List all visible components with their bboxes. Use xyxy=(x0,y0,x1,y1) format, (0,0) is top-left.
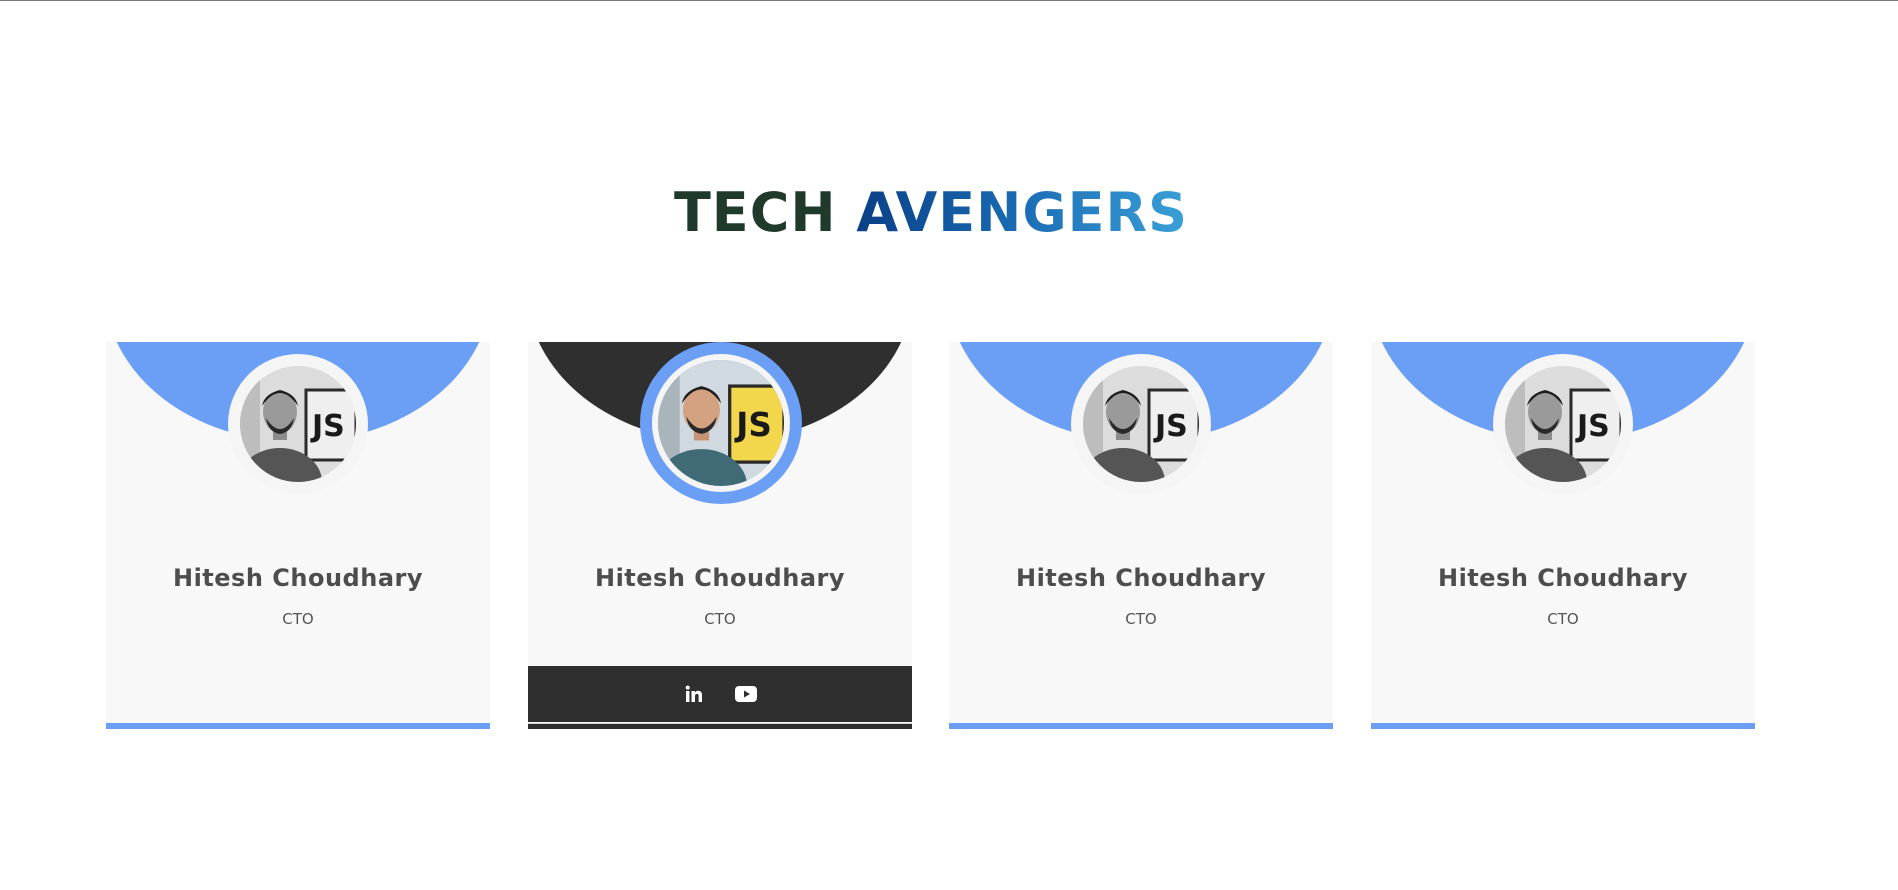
member-role: CTO xyxy=(282,610,314,628)
title-word-avengers: AVENGERS xyxy=(856,181,1189,244)
team-card[interactable]: JS Hitesh Choudhary CTO xyxy=(949,342,1333,729)
avatar: JS xyxy=(652,354,790,492)
member-name: Hitesh Choudhary xyxy=(1437,564,1688,592)
avatar-frame: JS xyxy=(640,342,802,504)
member-name: Hitesh Choudhary xyxy=(1015,564,1266,592)
avatar-frame: JS xyxy=(1493,354,1633,494)
svg-text:JS: JS xyxy=(310,409,345,444)
social-links xyxy=(528,666,912,722)
card-bottom-accent xyxy=(106,723,490,729)
card-bottom-accent xyxy=(528,723,912,729)
team-card-active[interactable]: JS Hitesh Choudhary CTO xyxy=(528,342,912,729)
avatar: JS xyxy=(1083,366,1199,482)
avatar-frame: JS xyxy=(228,354,368,494)
team-cards: JS Hitesh Choudhary CTO JS Hitesh Choudh… xyxy=(106,342,1756,729)
title-word-tech: TECH xyxy=(673,181,837,244)
svg-text:JS: JS xyxy=(1153,409,1188,444)
profile-photo-grayscale: JS xyxy=(240,366,356,482)
svg-text:JS: JS xyxy=(734,406,772,444)
linkedin-icon[interactable] xyxy=(683,683,705,705)
profile-photo-grayscale: JS xyxy=(1083,366,1199,482)
page-title: TECH AVENGERS xyxy=(0,178,1862,248)
profile-photo-grayscale: JS xyxy=(1505,366,1621,482)
member-role: CTO xyxy=(1125,610,1157,628)
svg-text:JS: JS xyxy=(1575,409,1610,444)
avatar-frame: JS xyxy=(1071,354,1211,494)
avatar: JS xyxy=(1505,366,1621,482)
member-name: Hitesh Choudhary xyxy=(594,564,845,592)
card-bottom-accent xyxy=(1371,723,1755,729)
profile-photo-color: JS xyxy=(658,360,784,486)
member-role: CTO xyxy=(1547,610,1579,628)
avatar: JS xyxy=(240,366,356,482)
team-card[interactable]: JS Hitesh Choudhary CTO xyxy=(106,342,490,729)
youtube-icon[interactable] xyxy=(735,683,757,705)
team-card[interactable]: JS Hitesh Choudhary CTO xyxy=(1371,342,1755,729)
member-role: CTO xyxy=(704,610,736,628)
card-bottom-accent xyxy=(949,723,1333,729)
member-name: Hitesh Choudhary xyxy=(172,564,423,592)
top-border-line xyxy=(0,0,1898,1)
